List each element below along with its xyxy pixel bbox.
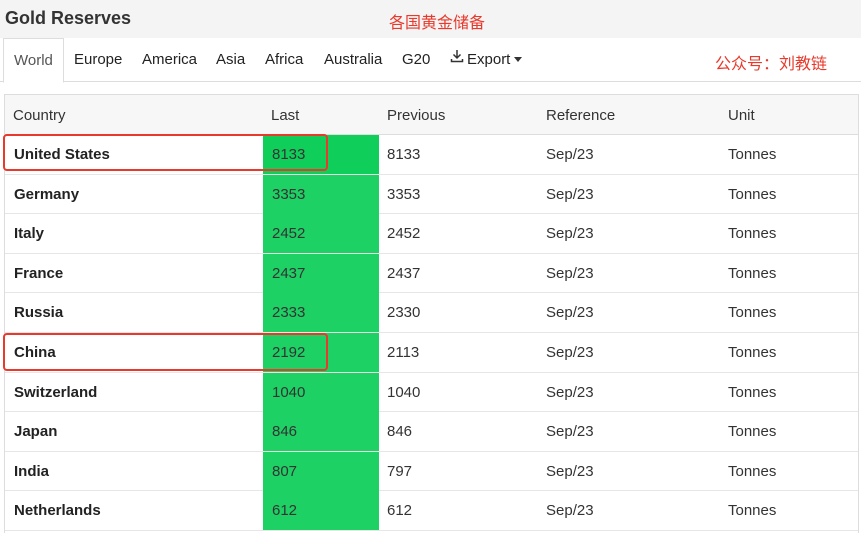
column-header-last[interactable]: Last (271, 107, 299, 124)
tab-africa[interactable]: Africa (265, 38, 303, 82)
unit-cell: Tonnes (728, 502, 777, 520)
unit-cell: Tonnes (728, 423, 777, 441)
tab-world[interactable]: World (3, 38, 64, 83)
unit-cell: Tonnes (728, 225, 777, 243)
previous-value-cell: 8133 (387, 146, 421, 163)
country-cell[interactable]: Germany (14, 175, 79, 214)
table-row[interactable]: Russia 2333 2330 Sep/23 Tonnes (5, 293, 858, 333)
table-row[interactable]: India 807 797 Sep/23 Tonnes (5, 451, 858, 492)
table-row[interactable]: France 2437 2437 Sep/23 Tonnes (5, 253, 858, 294)
tab-america[interactable]: America (142, 38, 197, 82)
previous-value-cell: 2113 (387, 344, 420, 361)
unit-cell: Tonnes (728, 185, 777, 203)
last-value-cell: 2452 (263, 214, 379, 254)
last-value-cell: 2437 (263, 253, 379, 293)
previous-value-cell: 1040 (387, 383, 421, 401)
reference-cell: Sep/23 (546, 264, 594, 282)
last-value-cell: 2333 (263, 293, 379, 333)
export-dropdown[interactable]: Export (450, 37, 523, 82)
highlight-box-united-states (3, 134, 328, 171)
region-tabs: World Europe America Asia Africa Austral… (0, 37, 861, 83)
unit-cell: Tonnes (728, 304, 777, 322)
tab-europe[interactable]: Europe (74, 38, 122, 82)
reference-cell: Sep/23 (546, 344, 594, 361)
reference-cell: Sep/23 (546, 423, 594, 441)
table-row[interactable]: Germany 3353 3353 Sep/23 Tonnes (5, 174, 858, 215)
previous-value-cell: 2330 (387, 304, 421, 322)
country-cell[interactable]: Switzerland (14, 373, 97, 412)
page-header: Gold Reserves 各国黄金储备 (0, 0, 861, 38)
country-cell[interactable]: Italy (14, 214, 44, 253)
previous-value-cell: 612 (387, 502, 413, 520)
table-row[interactable]: Japan 846 846 Sep/23 Tonnes (5, 412, 858, 452)
column-header-reference[interactable]: Reference (546, 107, 615, 124)
unit-cell: Tonnes (728, 344, 777, 361)
country-cell[interactable]: Japan (14, 412, 57, 451)
last-value-cell: 1040 (263, 372, 379, 412)
country-cell[interactable]: France (14, 254, 63, 293)
page-title: Gold Reserves (5, 8, 132, 28)
chevron-down-icon (514, 56, 523, 62)
table-header: Country Last Previous Reference Unit (5, 95, 858, 135)
last-value-cell: 846 (263, 412, 379, 452)
table-row[interactable]: Switzerland 1040 1040 Sep/23 Tonnes (5, 372, 858, 413)
tab-australia[interactable]: Australia (324, 38, 382, 82)
highlight-box-china (3, 333, 328, 371)
previous-value-cell: 3353 (387, 185, 421, 203)
table-row[interactable]: Italy 2452 2452 Sep/23 Tonnes (5, 214, 858, 254)
unit-cell: Tonnes (728, 146, 777, 163)
column-header-unit[interactable]: Unit (728, 107, 755, 124)
country-cell[interactable]: Russia (14, 293, 63, 332)
tab-g20[interactable]: G20 (402, 38, 430, 82)
unit-cell: Tonnes (728, 462, 777, 480)
unit-cell: Tonnes (728, 383, 777, 401)
annotation-source: 公众号：刘教链 (715, 54, 828, 73)
tab-asia[interactable]: Asia (216, 38, 245, 82)
previous-value-cell: 2437 (387, 264, 421, 282)
country-cell[interactable]: India (14, 452, 49, 491)
reference-cell: Sep/23 (546, 225, 594, 243)
previous-value-cell: 846 (387, 423, 413, 441)
column-header-country[interactable]: Country (13, 107, 66, 124)
reference-cell: Sep/23 (546, 462, 594, 480)
reference-cell: Sep/23 (546, 502, 594, 520)
column-header-previous[interactable]: Previous (387, 107, 445, 124)
reference-cell: Sep/23 (546, 383, 594, 401)
previous-value-cell: 2452 (387, 225, 421, 243)
unit-cell: Tonnes (728, 264, 777, 282)
export-label: Export (467, 51, 511, 68)
table-row[interactable]: Netherlands 612 612 Sep/23 Tonnes (5, 491, 858, 531)
download-icon (450, 37, 464, 81)
country-cell[interactable]: Netherlands (14, 491, 101, 530)
last-value-cell: 807 (263, 451, 379, 491)
reference-cell: Sep/23 (546, 146, 594, 163)
reference-cell: Sep/23 (546, 304, 594, 322)
annotation-title: 各国黄金储备 (389, 13, 486, 32)
last-value-cell: 612 (263, 491, 379, 531)
last-value-cell: 3353 (263, 174, 379, 214)
reference-cell: Sep/23 (546, 185, 594, 203)
previous-value-cell: 797 (387, 462, 413, 480)
